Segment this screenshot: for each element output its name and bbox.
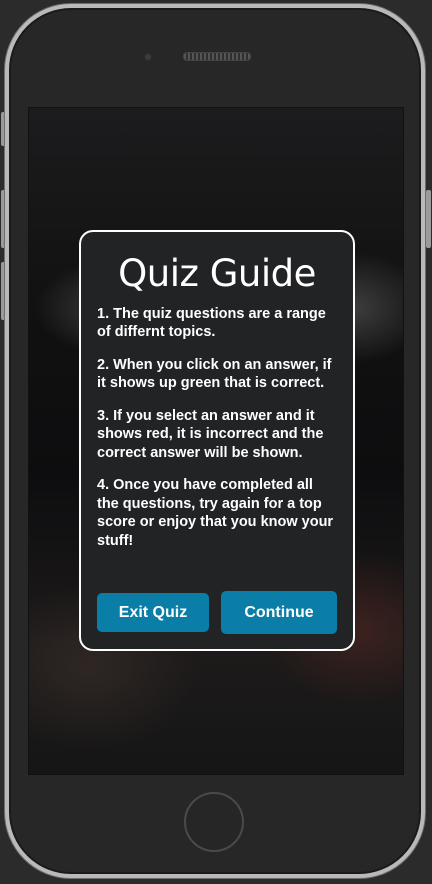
guide-rule-2: 2. When you click on an answer, if it sh… (97, 356, 332, 392)
side-button-power[interactable] (426, 190, 431, 248)
quiz-guide-modal: Quiz Guide 1. The quiz questions are a r… (79, 230, 355, 651)
modal-title: Quiz Guide (118, 252, 316, 295)
continue-button[interactable]: Continue (221, 591, 337, 634)
page: Quiz Guide 1. The quiz questions are a r… (0, 0, 432, 884)
guide-rule-1: 1. The quiz questions are a range of dif… (97, 305, 326, 341)
guide-rule-4: 4. Once you have completed all the quest… (97, 477, 334, 549)
home-button[interactable] (184, 792, 244, 852)
speaker-grille (183, 52, 251, 61)
exit-quiz-button[interactable]: Exit Quiz (97, 593, 209, 632)
guide-rule-3: 3. If you select an answer and it shows … (97, 407, 324, 461)
modal-actions: Exit Quiz Continue (97, 591, 337, 635)
camera-icon (144, 53, 152, 61)
